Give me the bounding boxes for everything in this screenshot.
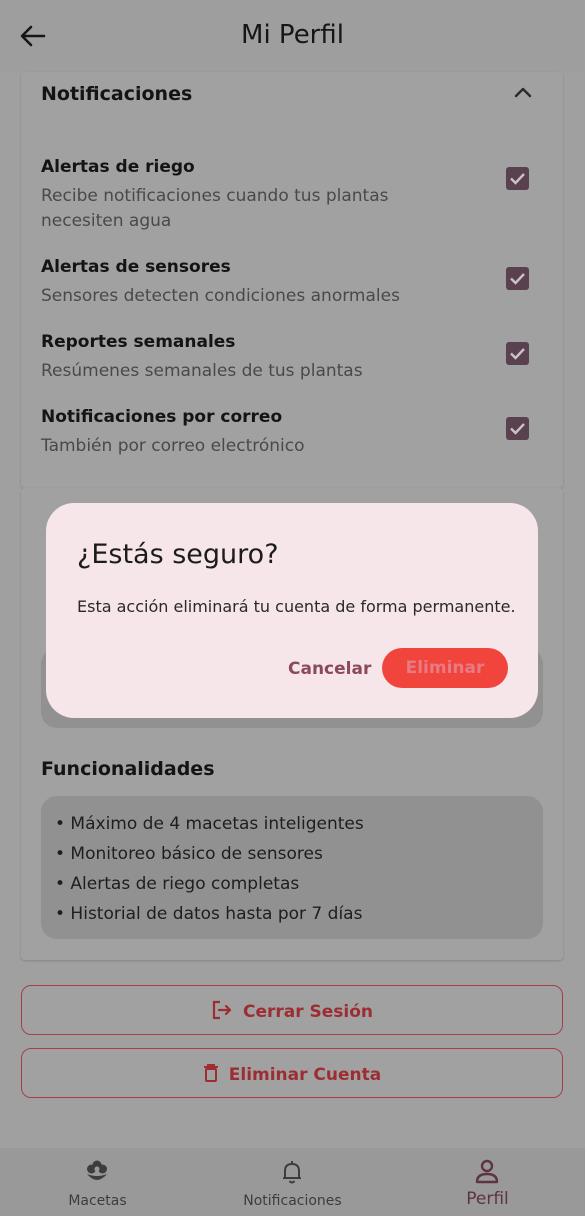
- watering-alerts-checkbox[interactable]: [506, 167, 529, 190]
- feature-item: • Monitoreo básico de sensores: [55, 844, 323, 864]
- confirm-delete-button[interactable]: Eliminar: [382, 648, 508, 688]
- confirm-delete-dialog: ¿Estás seguro? Esta acción eliminará tu …: [46, 503, 538, 718]
- delete-account-label: Eliminar Cuenta: [228, 1065, 382, 1085]
- nav-label-perfil: Perfil: [466, 1189, 509, 1209]
- nav-item-notificaciones[interactable]: Notificaciones: [195, 1148, 390, 1216]
- setting-title-sensor-alerts: Alertas de sensores: [41, 257, 231, 277]
- checkmark-icon: [510, 273, 525, 285]
- chevron-up-icon[interactable]: [513, 84, 533, 100]
- setting-title-email-notifications: Notificaciones por correo: [41, 407, 283, 427]
- dialog-message: Esta acción eliminará tu cuenta de forma…: [77, 597, 516, 616]
- checkmark-icon: [510, 173, 525, 185]
- notifications-section-title: Notificaciones: [41, 83, 193, 105]
- page-title: Mi Perfil: [241, 20, 344, 50]
- cancel-button[interactable]: Cancelar: [288, 659, 371, 679]
- person-icon: [475, 1159, 499, 1184]
- notifications-card: Notificaciones Alertas de riego Recibe n…: [21, 72, 563, 488]
- setting-title-watering-alerts: Alertas de riego: [41, 157, 195, 177]
- features-section-title: Funcionalidades: [41, 758, 215, 780]
- checkmark-icon: [510, 423, 525, 435]
- weekly-reports-checkbox[interactable]: [506, 342, 529, 365]
- feature-item: • Historial de datos hasta por 7 días: [55, 904, 363, 924]
- setting-subtitle-weekly-reports: Resúmenes semanales de tus plantas: [41, 361, 363, 381]
- confirm-delete-label: Eliminar: [405, 658, 485, 678]
- setting-title-weekly-reports: Reportes semanales: [41, 332, 236, 352]
- bottom-navigation: Macetas Notificaciones Perfil: [0, 1148, 585, 1216]
- feature-item: • Máximo de 4 macetas inteligentes: [55, 814, 364, 834]
- email-notifications-checkbox[interactable]: [506, 417, 529, 440]
- logout-label: Cerrar Sesión: [242, 1002, 374, 1022]
- bell-icon: [283, 1161, 301, 1184]
- dialog-title: ¿Estás seguro?: [77, 539, 279, 570]
- nav-label-macetas: Macetas: [68, 1193, 127, 1209]
- app-bar: Mi Perfil: [0, 0, 585, 72]
- nav-item-macetas[interactable]: Macetas: [0, 1148, 195, 1216]
- checkmark-icon: [510, 348, 525, 360]
- setting-subtitle-email-notifications: También por correo electrónico: [41, 436, 305, 456]
- logout-icon: [212, 1000, 232, 1020]
- feature-item: • Alertas de riego completas: [55, 874, 300, 894]
- setting-subtitle-watering-alerts: Recibe notificaciones cuando tus plantas…: [41, 186, 389, 231]
- delete-account-button[interactable]: Eliminar Cuenta: [21, 1048, 563, 1098]
- setting-subtitle-sensor-alerts: Sensores detecten condiciones anormales: [41, 286, 400, 306]
- trash-icon: [203, 1064, 218, 1082]
- nav-label-notificaciones: Notificaciones: [243, 1193, 342, 1209]
- logout-button[interactable]: Cerrar Sesión: [21, 985, 563, 1035]
- sensor-alerts-checkbox[interactable]: [506, 267, 529, 290]
- plant-icon: [87, 1160, 107, 1180]
- nav-item-perfil[interactable]: Perfil: [390, 1148, 585, 1216]
- features-box: • Máximo de 4 macetas inteligentes • Mon…: [41, 796, 543, 939]
